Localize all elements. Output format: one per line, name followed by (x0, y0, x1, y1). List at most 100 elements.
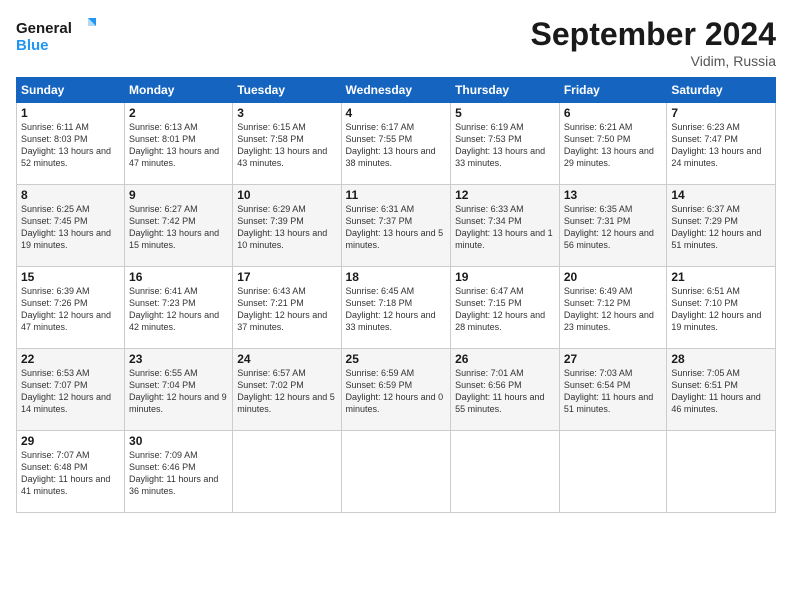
day-number: 14 (671, 188, 771, 202)
day-info: Sunrise: 6:39 AMSunset: 7:26 PMDaylight:… (21, 285, 120, 334)
day-number: 15 (21, 270, 120, 284)
day-number: 11 (346, 188, 447, 202)
table-row: 15 Sunrise: 6:39 AMSunset: 7:26 PMDaylig… (17, 267, 776, 349)
table-row: 29 Sunrise: 7:07 AMSunset: 6:48 PMDaylig… (17, 431, 776, 513)
table-cell (341, 431, 451, 513)
day-number: 29 (21, 434, 120, 448)
day-info: Sunrise: 6:47 AMSunset: 7:15 PMDaylight:… (455, 285, 555, 334)
col-tuesday: Tuesday (233, 78, 341, 103)
table-cell: 6 Sunrise: 6:21 AMSunset: 7:50 PMDayligh… (559, 103, 667, 185)
day-number: 25 (346, 352, 447, 366)
table-cell: 16 Sunrise: 6:41 AMSunset: 7:23 PMDaylig… (125, 267, 233, 349)
table-cell: 5 Sunrise: 6:19 AMSunset: 7:53 PMDayligh… (451, 103, 560, 185)
logo: General Blue (16, 16, 100, 56)
table-cell: 14 Sunrise: 6:37 AMSunset: 7:29 PMDaylig… (667, 185, 776, 267)
day-number: 23 (129, 352, 228, 366)
day-number: 17 (237, 270, 336, 284)
table-row: 1 Sunrise: 6:11 AMSunset: 8:03 PMDayligh… (17, 103, 776, 185)
day-info: Sunrise: 6:51 AMSunset: 7:10 PMDaylight:… (671, 285, 771, 334)
table-cell: 15 Sunrise: 6:39 AMSunset: 7:26 PMDaylig… (17, 267, 125, 349)
day-number: 6 (564, 106, 663, 120)
day-info: Sunrise: 6:33 AMSunset: 7:34 PMDaylight:… (455, 203, 555, 252)
table-row: 8 Sunrise: 6:25 AMSunset: 7:45 PMDayligh… (17, 185, 776, 267)
table-cell: 23 Sunrise: 6:55 AMSunset: 7:04 PMDaylig… (125, 349, 233, 431)
day-number: 12 (455, 188, 555, 202)
day-number: 1 (21, 106, 120, 120)
day-number: 7 (671, 106, 771, 120)
month-title: September 2024 (531, 16, 776, 53)
day-number: 24 (237, 352, 336, 366)
col-friday: Friday (559, 78, 667, 103)
calendar-page: General Blue September 2024 Vidim, Russi… (0, 0, 792, 612)
day-info: Sunrise: 6:55 AMSunset: 7:04 PMDaylight:… (129, 367, 228, 416)
logo-icon: General Blue (16, 16, 96, 56)
table-cell: 2 Sunrise: 6:13 AMSunset: 8:01 PMDayligh… (125, 103, 233, 185)
table-cell: 18 Sunrise: 6:45 AMSunset: 7:18 PMDaylig… (341, 267, 451, 349)
day-info: Sunrise: 6:57 AMSunset: 7:02 PMDaylight:… (237, 367, 336, 416)
day-number: 27 (564, 352, 663, 366)
table-cell (667, 431, 776, 513)
table-cell: 29 Sunrise: 7:07 AMSunset: 6:48 PMDaylig… (17, 431, 125, 513)
table-cell: 7 Sunrise: 6:23 AMSunset: 7:47 PMDayligh… (667, 103, 776, 185)
table-row: 22 Sunrise: 6:53 AMSunset: 7:07 PMDaylig… (17, 349, 776, 431)
table-cell: 22 Sunrise: 6:53 AMSunset: 7:07 PMDaylig… (17, 349, 125, 431)
day-number: 28 (671, 352, 771, 366)
day-info: Sunrise: 6:21 AMSunset: 7:50 PMDaylight:… (564, 121, 663, 170)
table-cell (233, 431, 341, 513)
day-info: Sunrise: 7:03 AMSunset: 6:54 PMDaylight:… (564, 367, 663, 416)
table-cell: 19 Sunrise: 6:47 AMSunset: 7:15 PMDaylig… (451, 267, 560, 349)
table-cell: 8 Sunrise: 6:25 AMSunset: 7:45 PMDayligh… (17, 185, 125, 267)
table-cell: 10 Sunrise: 6:29 AMSunset: 7:39 PMDaylig… (233, 185, 341, 267)
day-info: Sunrise: 6:45 AMSunset: 7:18 PMDaylight:… (346, 285, 447, 334)
table-cell: 12 Sunrise: 6:33 AMSunset: 7:34 PMDaylig… (451, 185, 560, 267)
day-number: 8 (21, 188, 120, 202)
day-number: 5 (455, 106, 555, 120)
table-cell: 4 Sunrise: 6:17 AMSunset: 7:55 PMDayligh… (341, 103, 451, 185)
day-info: Sunrise: 6:31 AMSunset: 7:37 PMDaylight:… (346, 203, 447, 252)
table-cell: 27 Sunrise: 7:03 AMSunset: 6:54 PMDaylig… (559, 349, 667, 431)
day-info: Sunrise: 6:19 AMSunset: 7:53 PMDaylight:… (455, 121, 555, 170)
day-number: 26 (455, 352, 555, 366)
day-info: Sunrise: 7:09 AMSunset: 6:46 PMDaylight:… (129, 449, 228, 498)
table-cell: 26 Sunrise: 7:01 AMSunset: 6:56 PMDaylig… (451, 349, 560, 431)
table-cell: 17 Sunrise: 6:43 AMSunset: 7:21 PMDaylig… (233, 267, 341, 349)
day-number: 20 (564, 270, 663, 284)
calendar-table: Sunday Monday Tuesday Wednesday Thursday… (16, 77, 776, 513)
day-info: Sunrise: 6:11 AMSunset: 8:03 PMDaylight:… (21, 121, 120, 170)
day-number: 13 (564, 188, 663, 202)
table-cell: 21 Sunrise: 6:51 AMSunset: 7:10 PMDaylig… (667, 267, 776, 349)
table-cell: 24 Sunrise: 6:57 AMSunset: 7:02 PMDaylig… (233, 349, 341, 431)
col-saturday: Saturday (667, 78, 776, 103)
day-info: Sunrise: 6:27 AMSunset: 7:42 PMDaylight:… (129, 203, 228, 252)
day-number: 18 (346, 270, 447, 284)
svg-text:General: General (16, 20, 72, 37)
col-sunday: Sunday (17, 78, 125, 103)
day-info: Sunrise: 7:07 AMSunset: 6:48 PMDaylight:… (21, 449, 120, 498)
day-number: 9 (129, 188, 228, 202)
title-block: September 2024 Vidim, Russia (531, 16, 776, 69)
table-cell (451, 431, 560, 513)
header-row: Sunday Monday Tuesday Wednesday Thursday… (17, 78, 776, 103)
table-cell: 20 Sunrise: 6:49 AMSunset: 7:12 PMDaylig… (559, 267, 667, 349)
table-cell: 30 Sunrise: 7:09 AMSunset: 6:46 PMDaylig… (125, 431, 233, 513)
header: General Blue September 2024 Vidim, Russi… (16, 16, 776, 69)
day-number: 30 (129, 434, 228, 448)
day-number: 4 (346, 106, 447, 120)
table-cell: 13 Sunrise: 6:35 AMSunset: 7:31 PMDaylig… (559, 185, 667, 267)
day-info: Sunrise: 6:13 AMSunset: 8:01 PMDaylight:… (129, 121, 228, 170)
day-info: Sunrise: 6:35 AMSunset: 7:31 PMDaylight:… (564, 203, 663, 252)
day-info: Sunrise: 6:17 AMSunset: 7:55 PMDaylight:… (346, 121, 447, 170)
table-cell: 1 Sunrise: 6:11 AMSunset: 8:03 PMDayligh… (17, 103, 125, 185)
col-monday: Monday (125, 78, 233, 103)
table-cell: 25 Sunrise: 6:59 AMSunset: 6:59 PMDaylig… (341, 349, 451, 431)
table-cell: 11 Sunrise: 6:31 AMSunset: 7:37 PMDaylig… (341, 185, 451, 267)
day-number: 22 (21, 352, 120, 366)
day-info: Sunrise: 6:25 AMSunset: 7:45 PMDaylight:… (21, 203, 120, 252)
day-number: 21 (671, 270, 771, 284)
day-number: 19 (455, 270, 555, 284)
day-info: Sunrise: 6:29 AMSunset: 7:39 PMDaylight:… (237, 203, 336, 252)
table-cell (559, 431, 667, 513)
day-number: 3 (237, 106, 336, 120)
day-info: Sunrise: 7:01 AMSunset: 6:56 PMDaylight:… (455, 367, 555, 416)
day-info: Sunrise: 6:15 AMSunset: 7:58 PMDaylight:… (237, 121, 336, 170)
